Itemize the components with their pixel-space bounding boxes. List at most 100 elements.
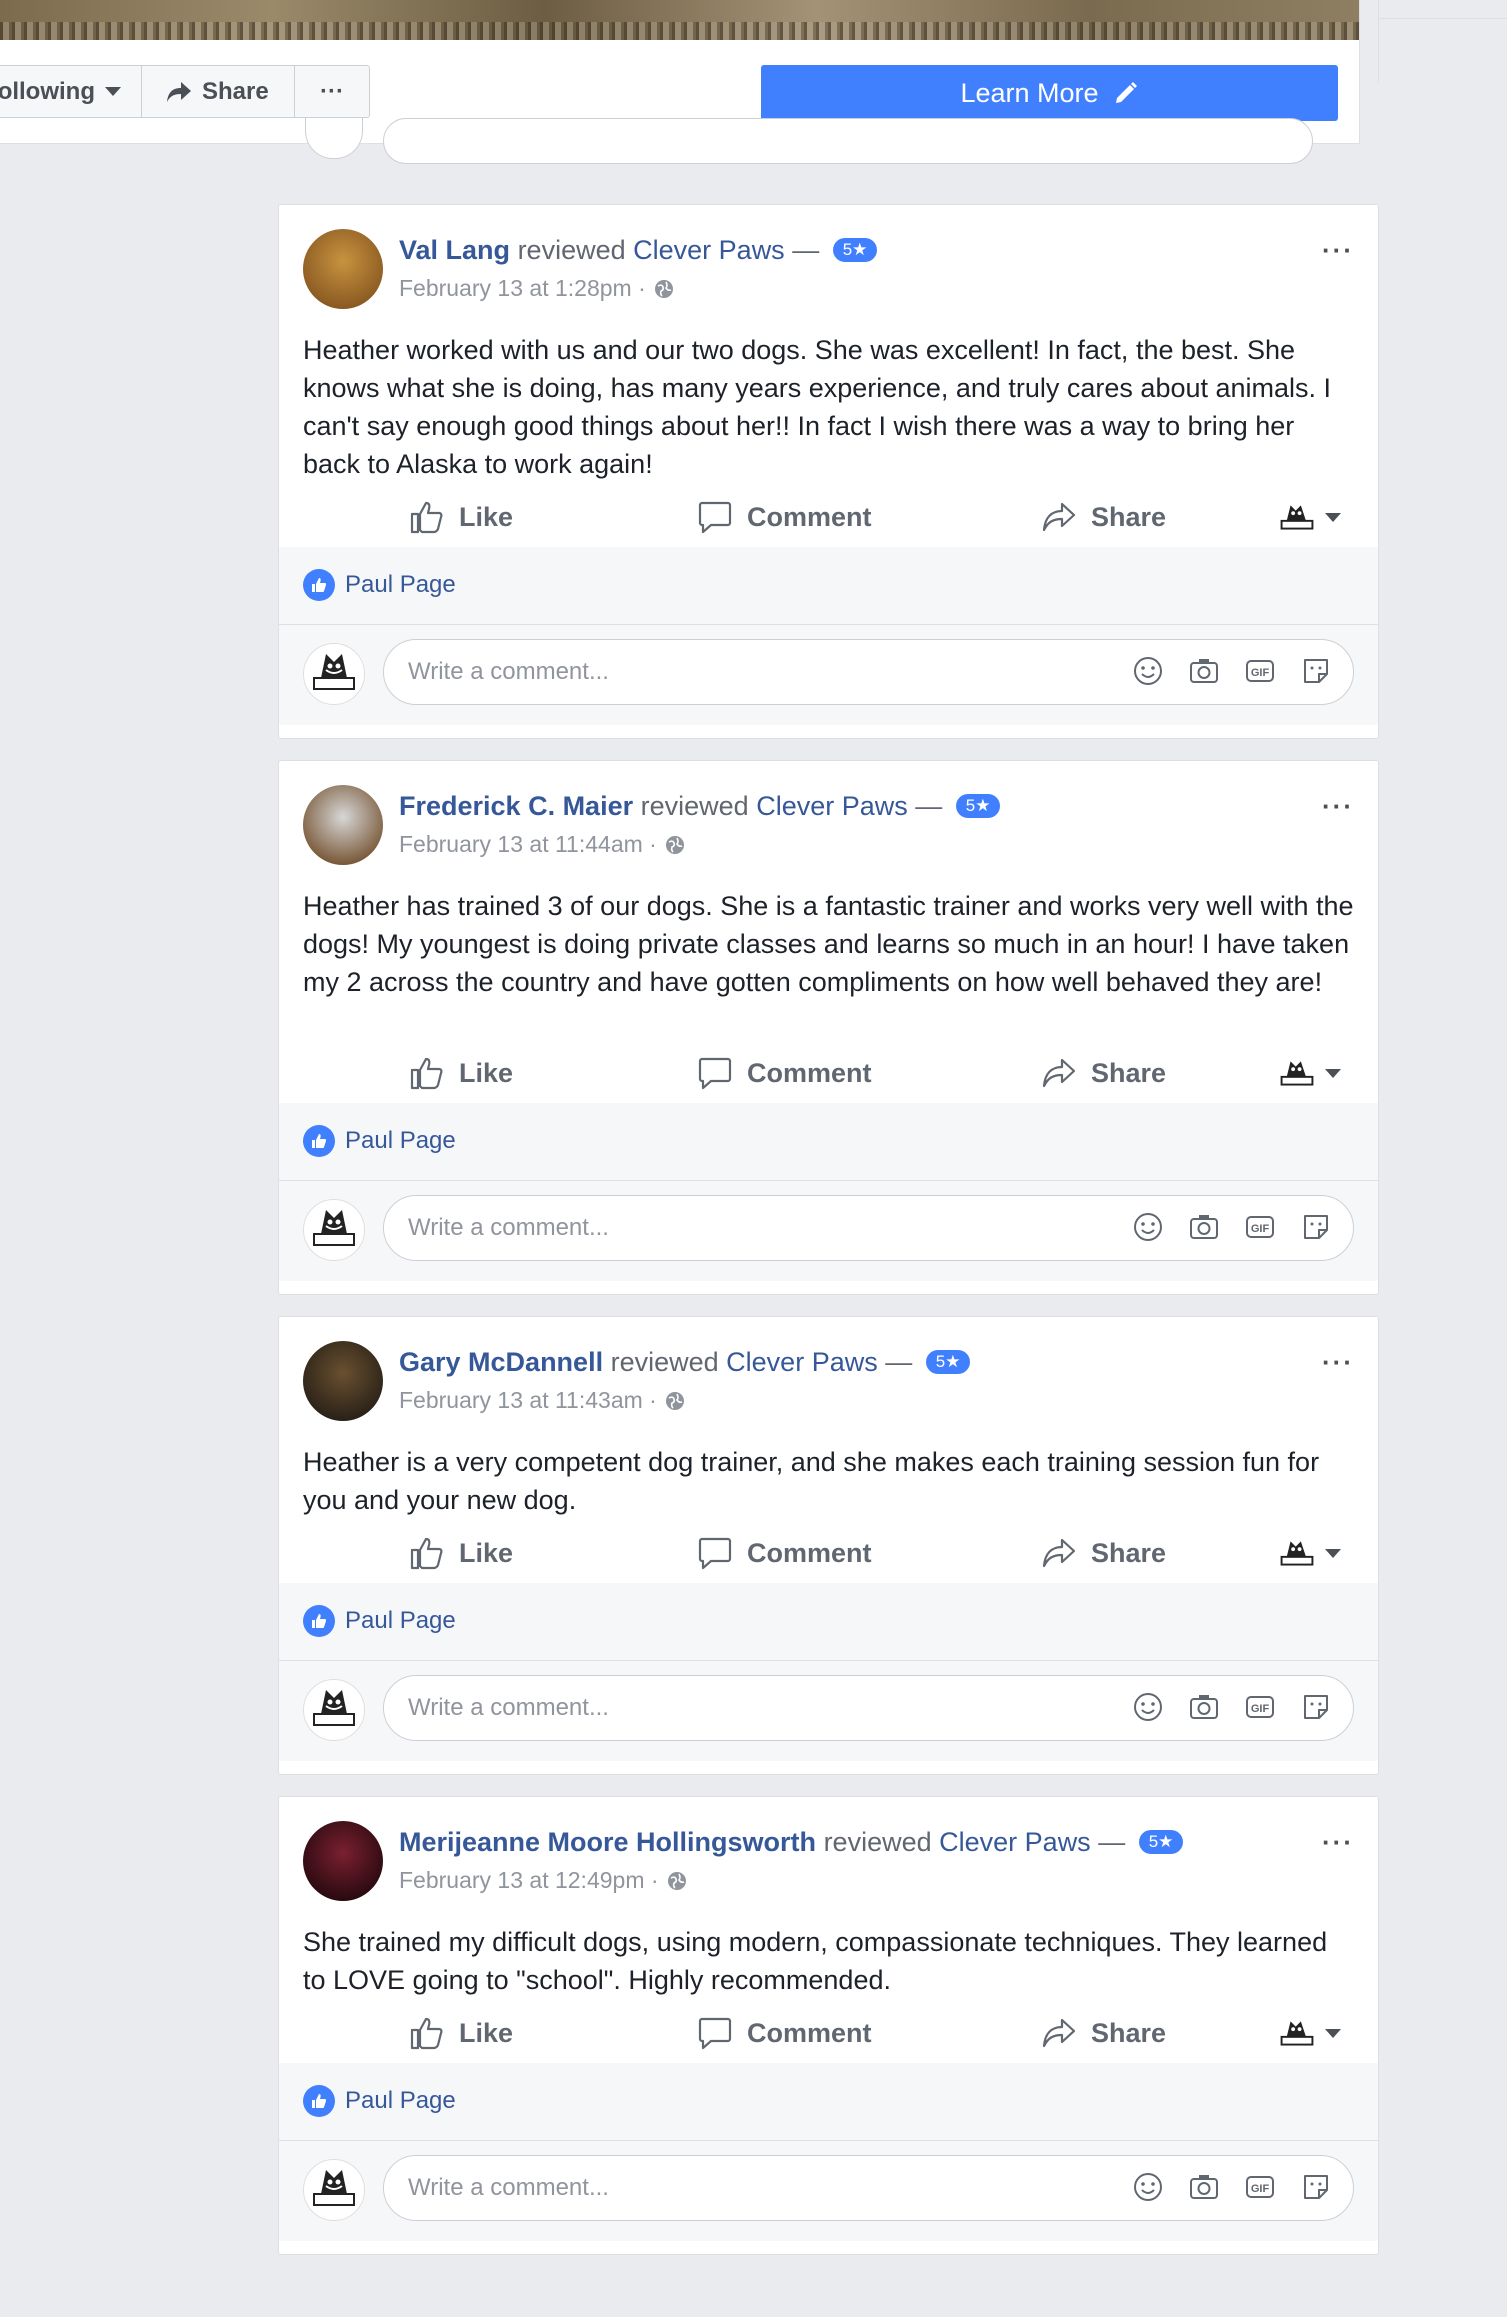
avatar[interactable] (303, 785, 383, 865)
like-button[interactable]: Like (409, 1523, 513, 1583)
review-header: Frederick C. Maier reviewed Clever Paws … (303, 785, 1354, 865)
liked-by-name[interactable]: Paul Page (345, 571, 456, 599)
sticker-icon[interactable] (1299, 1210, 1333, 1244)
comment-input[interactable]: Write a comment... GIF (383, 1195, 1354, 1261)
post-as-selector[interactable] (1279, 1523, 1341, 1583)
gif-icon[interactable]: GIF (1243, 2170, 1277, 2204)
svg-text:GIF: GIF (1251, 2183, 1270, 2195)
camera-icon[interactable] (1187, 1210, 1221, 1244)
post-as-selector[interactable] (1279, 1043, 1341, 1103)
like-button[interactable]: Like (409, 1043, 513, 1103)
like-reaction-icon (303, 1125, 335, 1157)
page-share-button[interactable]: Share (142, 65, 295, 118)
emoji-icon[interactable] (1131, 1690, 1165, 1724)
author-name[interactable]: Frederick C. Maier (399, 791, 633, 821)
post-options-button[interactable]: ··· (1322, 791, 1354, 822)
svg-text:GIF: GIF (1251, 1703, 1270, 1715)
emoji-icon[interactable] (1131, 1210, 1165, 1244)
comment-placeholder: Write a comment... (408, 2174, 609, 2201)
post-as-selector[interactable] (1279, 487, 1341, 547)
review-timestamp: February 13 at 1:28pm · (399, 275, 674, 302)
comment-input[interactable] (383, 118, 1313, 164)
comment-label: Comment (747, 1537, 872, 1568)
review-verb: reviewed (610, 1347, 719, 1377)
avatar[interactable] (303, 1341, 383, 1421)
avatar (303, 1199, 365, 1261)
comment-button[interactable]: Comment (697, 1523, 872, 1583)
rating-badge: 5★ (955, 794, 1001, 818)
page-logo-icon (313, 1210, 355, 1246)
emoji-icon[interactable] (1131, 2170, 1165, 2204)
following-label: ollowing (0, 77, 95, 105)
post-as-selector[interactable] (1279, 2003, 1341, 2063)
comment-placeholder: Write a comment... (408, 1214, 609, 1241)
camera-icon[interactable] (1187, 2170, 1221, 2204)
share-label: Share (1091, 1537, 1167, 1568)
sticker-icon[interactable] (1299, 654, 1333, 688)
page-logo-icon (1280, 505, 1314, 530)
gif-icon[interactable]: GIF (1243, 654, 1277, 688)
sticker-icon[interactable] (1299, 2170, 1333, 2204)
page-link[interactable]: Clever Paws (633, 235, 785, 265)
review-text: She trained my difficult dogs, using mod… (303, 1927, 1328, 1995)
review-verb: reviewed (517, 235, 626, 265)
liked-by-name[interactable]: Paul Page (345, 2087, 456, 2115)
post-options-button[interactable]: ··· (1322, 1347, 1354, 1378)
page-link[interactable]: Clever Paws (939, 1827, 1091, 1857)
action-bar: Like Comment Share (279, 1043, 1378, 1104)
gif-icon[interactable]: GIF (1243, 1690, 1277, 1724)
timestamp-text[interactable]: February 13 at 1:28pm · (399, 275, 646, 302)
author-name[interactable]: Val Lang (399, 235, 510, 265)
share-button[interactable]: Share (1041, 1523, 1166, 1583)
share-arrow-icon (167, 81, 191, 102)
avatar[interactable] (303, 1821, 383, 1901)
comment-input[interactable]: Write a comment... GIF (383, 1675, 1354, 1741)
sticker-icon[interactable] (1299, 1690, 1333, 1724)
author-name[interactable]: Merijeanne Moore Hollingsworth (399, 1827, 816, 1857)
post-options-button[interactable]: ··· (1322, 235, 1354, 266)
camera-icon[interactable] (1187, 654, 1221, 688)
gif-icon[interactable]: GIF (1243, 1210, 1277, 1244)
review-timestamp: February 13 at 11:44am · (399, 831, 685, 858)
timestamp-text[interactable]: February 13 at 11:43am · (399, 1387, 657, 1414)
comment-input[interactable]: Write a comment... GIF (383, 639, 1354, 705)
page-logo-icon (1280, 1061, 1314, 1086)
comment-button[interactable]: Comment (697, 487, 872, 547)
dash-separator: — (792, 235, 820, 265)
share-button[interactable]: Share (1041, 487, 1166, 547)
timestamp-text[interactable]: February 13 at 11:44am · (399, 831, 657, 858)
comment-bubble-icon (698, 501, 732, 534)
avatar (303, 1679, 365, 1741)
like-button[interactable]: Like (409, 2003, 513, 2063)
svg-text:GIF: GIF (1251, 1223, 1270, 1235)
comment-bubble-icon (698, 1057, 732, 1090)
thumbs-up-icon (410, 501, 443, 534)
like-label: Like (459, 2017, 514, 2048)
svg-text:GIF: GIF (1251, 667, 1270, 679)
rating-badge: 5★ (1138, 1830, 1184, 1854)
page-link[interactable]: Clever Paws (756, 791, 908, 821)
more-options-button[interactable]: ··· (295, 65, 370, 118)
emoji-icon[interactable] (1131, 654, 1165, 688)
avatar[interactable] (303, 229, 383, 309)
share-label: Share (1091, 501, 1167, 532)
camera-icon[interactable] (1187, 1690, 1221, 1724)
author-name[interactable]: Gary McDannell (399, 1347, 603, 1377)
timestamp-text[interactable]: February 13 at 12:49pm · (399, 1867, 659, 1894)
share-button[interactable]: Share (1041, 1043, 1166, 1103)
likes-summary: Paul Page (279, 1103, 1378, 1181)
rating-badge: 5★ (832, 238, 878, 262)
like-button[interactable]: Like (409, 487, 513, 547)
liked-by-name[interactable]: Paul Page (345, 1127, 456, 1155)
learn-more-button[interactable]: Learn More (761, 65, 1338, 121)
rating-badge: 5★ (925, 1350, 971, 1374)
share-button[interactable]: Share (1041, 2003, 1166, 2063)
globe-icon (654, 279, 673, 298)
page-link[interactable]: Clever Paws (726, 1347, 878, 1377)
post-options-button[interactable]: ··· (1322, 1827, 1354, 1858)
liked-by-name[interactable]: Paul Page (345, 1607, 456, 1635)
comment-button[interactable]: Comment (697, 1043, 872, 1103)
comment-button[interactable]: Comment (697, 2003, 872, 2063)
following-button[interactable]: ollowing (0, 65, 142, 118)
comment-input[interactable]: Write a comment... GIF (383, 2155, 1354, 2221)
